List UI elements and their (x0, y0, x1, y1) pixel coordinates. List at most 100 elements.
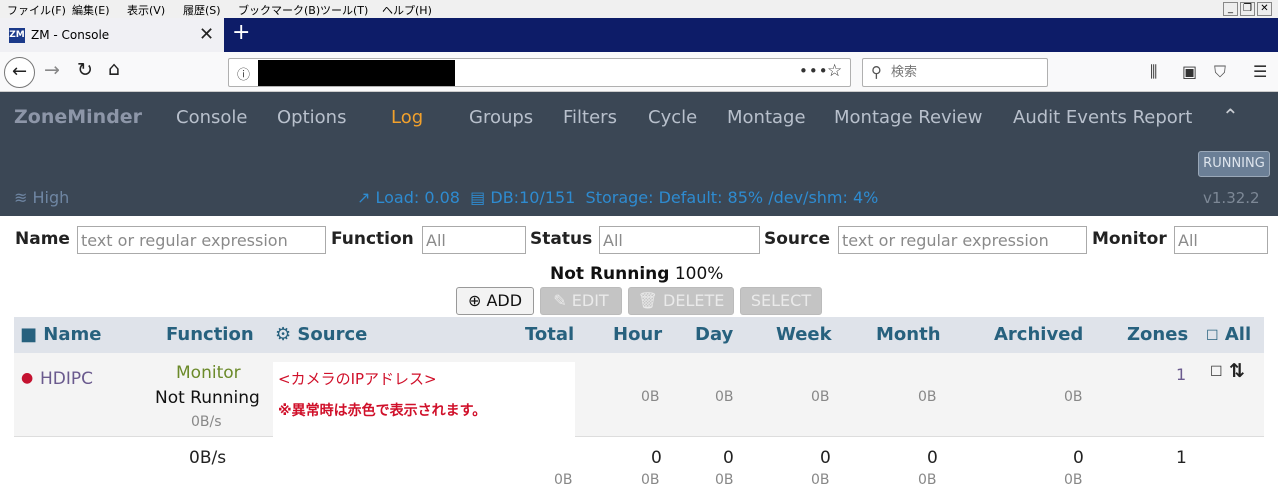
monitor-name-link[interactable]: HDIPC (40, 369, 93, 389)
add-monitor-button[interactable]: ⊕ ADD (456, 287, 534, 315)
bandwidth-indicator[interactable]: ≋ High (14, 188, 69, 207)
footer-month-size: 0B (918, 472, 937, 488)
nav-options[interactable]: Options (277, 107, 346, 128)
nav-audit-events-report[interactable]: Audit Events Report (1013, 107, 1192, 128)
filter-monitor-select[interactable] (1174, 226, 1268, 254)
menu-edit[interactable]: 編集(E) (72, 2, 110, 18)
extension-shield-icon[interactable]: ⛉ (1214, 62, 1226, 82)
col-source-label: Source (297, 324, 368, 345)
wifi-icon: ≋ (14, 188, 28, 207)
camera-icon: ■ (20, 324, 38, 345)
col-source[interactable]: ⚙ Source (275, 324, 367, 345)
new-tab-button[interactable]: + (232, 20, 250, 45)
bookmark-star-icon[interactable]: ☆ (827, 61, 842, 81)
system-stats: ↗ Load: 0.08 ▤ DB:10/151 Storage: Defaul… (357, 188, 878, 207)
col-all-label: All (1224, 324, 1252, 345)
tab-close-icon[interactable]: ✕ (199, 24, 214, 45)
footer-month: 0 (927, 448, 938, 468)
footer-rate: 0B/s (189, 448, 227, 468)
load-value: Load: 0.08 (375, 188, 460, 207)
edit-button[interactable]: ✎ EDIT (540, 287, 622, 315)
col-zones[interactable]: Zones (1127, 324, 1188, 345)
menu-history[interactable]: 履歴(S) (183, 2, 221, 18)
zm-favicon-icon: ZM (9, 28, 25, 43)
filter-status-select[interactable] (599, 226, 760, 254)
arrow-left-icon: ← (11, 61, 28, 82)
bandwidth-label: High (32, 188, 70, 207)
col-week[interactable]: Week (776, 324, 832, 345)
menu-view[interactable]: 表示(V) (127, 2, 165, 18)
footer-week: 0 (820, 448, 831, 468)
add-label: ADD (486, 291, 523, 310)
reload-button[interactable]: ↻ (77, 59, 93, 81)
monitor-function-link[interactable]: Monitor (176, 363, 241, 383)
brand-logo[interactable]: ZoneMinder (14, 106, 142, 128)
footer-hour-size: 0B (641, 472, 660, 488)
restore-icon[interactable]: ❐ (1240, 2, 1255, 16)
col-month[interactable]: Month (876, 324, 941, 345)
cell-month: 0B (918, 389, 937, 405)
browser-tab[interactable]: ZM ZM - Console ✕ (0, 18, 224, 52)
summary-status: Not Running (550, 264, 670, 284)
menu-help[interactable]: ヘルプ(H) (382, 2, 432, 18)
monitor-rate: 0B/s (191, 414, 222, 430)
search-input[interactable] (891, 62, 1041, 83)
col-select-all[interactable]: ☐ All (1206, 324, 1251, 345)
footer-hour: 0 (651, 448, 662, 468)
collapse-caret-icon[interactable]: ⌃ (1222, 104, 1239, 128)
filter-monitor-label: Monitor (1092, 229, 1167, 249)
filter-source-input[interactable] (838, 226, 1087, 254)
run-state-button[interactable]: RUNNING (1198, 151, 1270, 177)
source-note-ip: <カメラのIPアドレス> (278, 370, 437, 388)
nav-filters[interactable]: Filters (563, 107, 617, 128)
version-label: v1.32.2 (1203, 189, 1260, 207)
row-checkbox[interactable]: ☐ (1210, 364, 1223, 380)
delete-label: DELETE (663, 291, 725, 310)
menu-bookmarks[interactable]: ブックマーク(B) (238, 2, 320, 18)
col-function[interactable]: Function (166, 324, 254, 345)
menu-file[interactable]: ファイル(F) (7, 2, 66, 18)
trash-icon: 🗑 (637, 291, 658, 310)
nav-cycle[interactable]: Cycle (648, 107, 697, 128)
col-archived[interactable]: Archived (994, 324, 1083, 345)
nav-montage[interactable]: Montage (727, 107, 806, 128)
col-name[interactable]: ■ Name (20, 324, 101, 345)
source-note-alert: ※異常時は赤色で表示されます。 (278, 403, 487, 419)
cell-zones-link[interactable]: 1 (1176, 365, 1186, 384)
minimize-icon[interactable]: _ (1223, 2, 1238, 16)
nav-console[interactable]: Console (176, 107, 247, 128)
nav-groups[interactable]: Groups (469, 107, 533, 128)
sidebar-icon[interactable]: ▣ (1182, 62, 1197, 81)
checkbox-icon[interactable]: ☐ (1206, 328, 1219, 344)
library-icon[interactable]: ⫼ (1150, 62, 1157, 82)
arrow-right-icon: → (44, 59, 60, 81)
nav-log[interactable]: Log (391, 107, 423, 128)
back-button[interactable]: ← (4, 57, 35, 88)
menu-tools[interactable]: ツール(T) (320, 2, 368, 18)
window-controls: _ ❐ ✕ (1221, 1, 1272, 16)
info-icon[interactable]: ⓘ (237, 64, 250, 83)
home-button[interactable]: ⌂ (108, 58, 120, 80)
footer-archived: 0 (1073, 448, 1084, 468)
col-name-label: Name (43, 324, 102, 345)
col-hour[interactable]: Hour (613, 324, 662, 345)
page-actions-icon[interactable]: ••• (799, 62, 829, 80)
footer-zones: 1 (1176, 448, 1187, 468)
cell-archived: 0B (1064, 389, 1083, 405)
status-summary: Not Running 100% (550, 264, 723, 284)
menu-bar: ファイル(F) 編集(E) 表示(V) 履歴(S) ブックマーク(B) ツール(… (0, 0, 1278, 18)
url-bar[interactable]: ⓘ ••• ☆ (228, 58, 851, 87)
filter-function-select[interactable] (422, 226, 526, 254)
search-bar[interactable]: ⚲ (862, 58, 1048, 87)
select-button[interactable]: SELECT (740, 287, 822, 315)
database-icon: ▤ (470, 188, 486, 207)
hamburger-menu-icon[interactable]: ☰ (1253, 62, 1267, 81)
sort-handle-icon[interactable]: ⇅ (1229, 360, 1245, 382)
col-day[interactable]: Day (695, 324, 733, 345)
forward-button[interactable]: → (44, 59, 60, 81)
col-total[interactable]: Total (525, 324, 574, 345)
delete-button[interactable]: 🗑 DELETE (628, 287, 734, 315)
filter-name-input[interactable] (77, 226, 326, 254)
nav-montage-review[interactable]: Montage Review (834, 107, 982, 128)
close-window-icon[interactable]: ✕ (1257, 2, 1272, 16)
